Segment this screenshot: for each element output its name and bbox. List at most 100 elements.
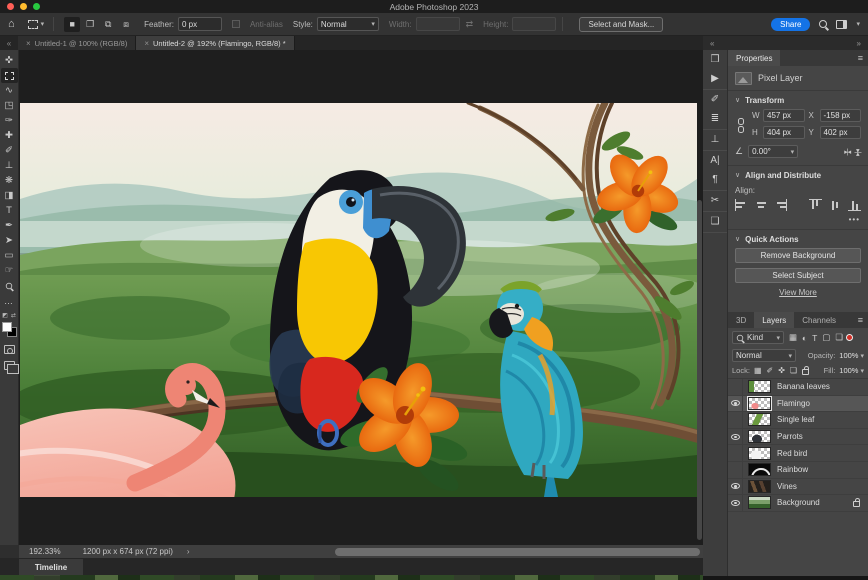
export-panel-icon[interactable]: ✂ bbox=[711, 196, 719, 206]
expand-panels-icon[interactable]: » bbox=[857, 39, 861, 48]
tab-layers[interactable]: Layers bbox=[754, 312, 794, 328]
character-panel-icon[interactable]: A| bbox=[710, 156, 719, 166]
filter-toggle-icon[interactable] bbox=[846, 334, 853, 341]
rectangle-tool[interactable]: ▭ bbox=[1, 248, 18, 263]
visibility-toggle[interactable] bbox=[728, 479, 743, 495]
align-left-icon[interactable] bbox=[735, 199, 748, 211]
move-tool[interactable]: ✜ bbox=[1, 53, 18, 68]
align-middle-vertical-icon[interactable] bbox=[829, 199, 842, 211]
lock-all-icon[interactable] bbox=[802, 369, 809, 375]
pen-tool[interactable]: ✒ bbox=[1, 218, 18, 233]
canvas-area[interactable] bbox=[19, 50, 703, 545]
edit-toolbar-icon[interactable]: … bbox=[0, 296, 18, 306]
height-value-field[interactable]: 404 px bbox=[763, 126, 805, 139]
type-tool[interactable]: T bbox=[1, 203, 18, 218]
subtract-from-selection-icon[interactable]: ⧉ bbox=[100, 17, 116, 32]
visibility-toggle[interactable] bbox=[728, 396, 743, 412]
opacity-select[interactable]: 100% ▾ bbox=[839, 351, 864, 360]
layer-thumbnail[interactable] bbox=[748, 430, 771, 443]
brush-settings-panel-icon[interactable]: ✐ bbox=[711, 95, 719, 105]
brush-tool[interactable]: ✐ bbox=[1, 143, 18, 158]
height-input[interactable] bbox=[512, 17, 556, 31]
tab-timeline[interactable]: Timeline bbox=[19, 559, 83, 576]
path-selection-tool[interactable]: ➤ bbox=[1, 233, 18, 248]
antialias-checkbox[interactable] bbox=[232, 20, 240, 28]
libraries-panel-icon[interactable]: ❒ bbox=[711, 55, 720, 65]
search-icon[interactable] bbox=[819, 20, 827, 28]
zoom-tool[interactable] bbox=[1, 278, 18, 293]
layer-row[interactable]: Background bbox=[728, 495, 868, 512]
filter-kind-select[interactable]: Kind ▾ bbox=[732, 331, 784, 344]
align-right-icon[interactable] bbox=[774, 199, 787, 211]
style-select[interactable]: Normal ▾ bbox=[317, 17, 379, 31]
actions-panel-icon[interactable]: ▶ bbox=[711, 74, 719, 84]
quick-actions-section-header[interactable]: ∨ Quick Actions bbox=[735, 230, 861, 248]
collapse-panels-icon[interactable]: « bbox=[710, 39, 714, 48]
intersect-selection-icon[interactable]: ⧈ bbox=[118, 17, 134, 32]
lock-position-icon[interactable]: ✜ bbox=[778, 366, 785, 375]
width-value-field[interactable]: 457 px bbox=[763, 109, 805, 122]
close-tab-icon[interactable]: × bbox=[26, 39, 31, 48]
select-and-mask-button[interactable]: Select and Mask... bbox=[579, 17, 663, 32]
swap-colors-icon[interactable]: ⇄ bbox=[11, 312, 16, 319]
document-tab-untitled-1[interactable]: × Untitled-1 @ 100% (RGB/8) bbox=[18, 36, 136, 50]
lock-image-pixels-icon[interactable]: ✐ bbox=[767, 366, 774, 375]
rotation-angle-select[interactable]: 0.00° ▾ bbox=[748, 145, 798, 158]
default-colors-icon[interactable]: ◩ bbox=[2, 312, 8, 319]
screen-mode-icon[interactable] bbox=[4, 361, 15, 370]
hand-tool[interactable]: ☞ bbox=[1, 263, 18, 278]
layer-row[interactable]: Vines bbox=[728, 479, 868, 496]
notes-panel-icon[interactable]: ❑ bbox=[711, 217, 720, 227]
chevron-down-icon[interactable]: ▾ bbox=[856, 20, 860, 28]
object-selection-tool[interactable]: ◳ bbox=[1, 98, 18, 113]
visibility-toggle[interactable] bbox=[728, 379, 743, 395]
visibility-toggle[interactable] bbox=[728, 495, 743, 511]
layer-row[interactable]: Rainbow bbox=[728, 462, 868, 479]
align-top-icon[interactable] bbox=[809, 199, 822, 211]
layer-row[interactable]: Flamingo bbox=[728, 396, 868, 413]
layer-thumbnail[interactable] bbox=[748, 463, 771, 476]
flip-horizontal-icon[interactable]: ▸|◂ bbox=[844, 148, 850, 156]
select-subject-button[interactable]: Select Subject bbox=[735, 268, 861, 283]
paragraph-panel-icon[interactable]: ¶ bbox=[712, 175, 717, 185]
visibility-toggle[interactable] bbox=[728, 412, 743, 428]
panel-menu-icon[interactable]: ≡ bbox=[858, 50, 863, 66]
document-tab-untitled-2[interactable]: × Untitled-2 @ 192% (Flamingo, RGB/8) * bbox=[136, 36, 294, 50]
document-canvas[interactable] bbox=[20, 103, 697, 497]
panel-menu-icon[interactable]: ≡ bbox=[858, 312, 863, 328]
layer-thumbnail[interactable] bbox=[748, 413, 771, 426]
vertical-scrollbar[interactable] bbox=[697, 200, 702, 540]
horizontal-scrollbar[interactable] bbox=[335, 548, 700, 556]
filter-adjustment-icon[interactable]: ◐ bbox=[802, 333, 807, 343]
align-center-horizontal-icon[interactable] bbox=[755, 199, 768, 211]
remove-background-button[interactable]: Remove Background bbox=[735, 248, 861, 263]
timeline-frames-strip[interactable] bbox=[0, 575, 703, 580]
tab-properties[interactable]: Properties bbox=[728, 50, 780, 66]
layer-row[interactable]: Parrots bbox=[728, 429, 868, 446]
layer-thumbnail[interactable] bbox=[748, 447, 771, 460]
close-tab-icon[interactable]: × bbox=[144, 39, 149, 48]
tool-preset-picker[interactable]: ▾ bbox=[25, 18, 48, 31]
clone-stamp-tool[interactable]: ⊥ bbox=[1, 158, 18, 173]
fill-select[interactable]: 100% ▾ bbox=[839, 366, 864, 375]
layer-thumbnail[interactable] bbox=[748, 496, 771, 509]
share-button[interactable]: Share bbox=[771, 18, 810, 31]
lock-transparent-pixels-icon[interactable]: ▦ bbox=[754, 366, 762, 375]
layer-row[interactable]: Single leaf bbox=[728, 412, 868, 429]
lasso-tool[interactable]: ∿ bbox=[1, 83, 18, 98]
add-to-selection-icon[interactable]: ❐ bbox=[82, 17, 98, 32]
filter-type-icon[interactable]: T bbox=[812, 333, 817, 343]
foreground-color-swatch[interactable] bbox=[2, 322, 12, 332]
rectangular-marquee-tool[interactable] bbox=[1, 68, 18, 83]
layer-thumbnail[interactable] bbox=[748, 380, 771, 393]
filter-smart-object-icon[interactable]: ❏ bbox=[835, 332, 843, 343]
eyedropper-tool[interactable]: ✑ bbox=[1, 113, 18, 128]
visibility-toggle[interactable] bbox=[728, 445, 743, 461]
flip-vertical-icon[interactable]: ▸|◂ bbox=[854, 149, 862, 155]
blend-mode-select[interactable]: Normal ▾ bbox=[732, 349, 796, 362]
swap-dimensions-icon[interactable]: ⇄ bbox=[466, 20, 474, 29]
spot-healing-brush-tool[interactable]: ✚ bbox=[1, 128, 18, 143]
width-input[interactable] bbox=[416, 17, 460, 31]
quick-mask-icon[interactable] bbox=[4, 345, 15, 354]
clone-source-panel-icon[interactable]: ⊥ bbox=[711, 135, 720, 145]
